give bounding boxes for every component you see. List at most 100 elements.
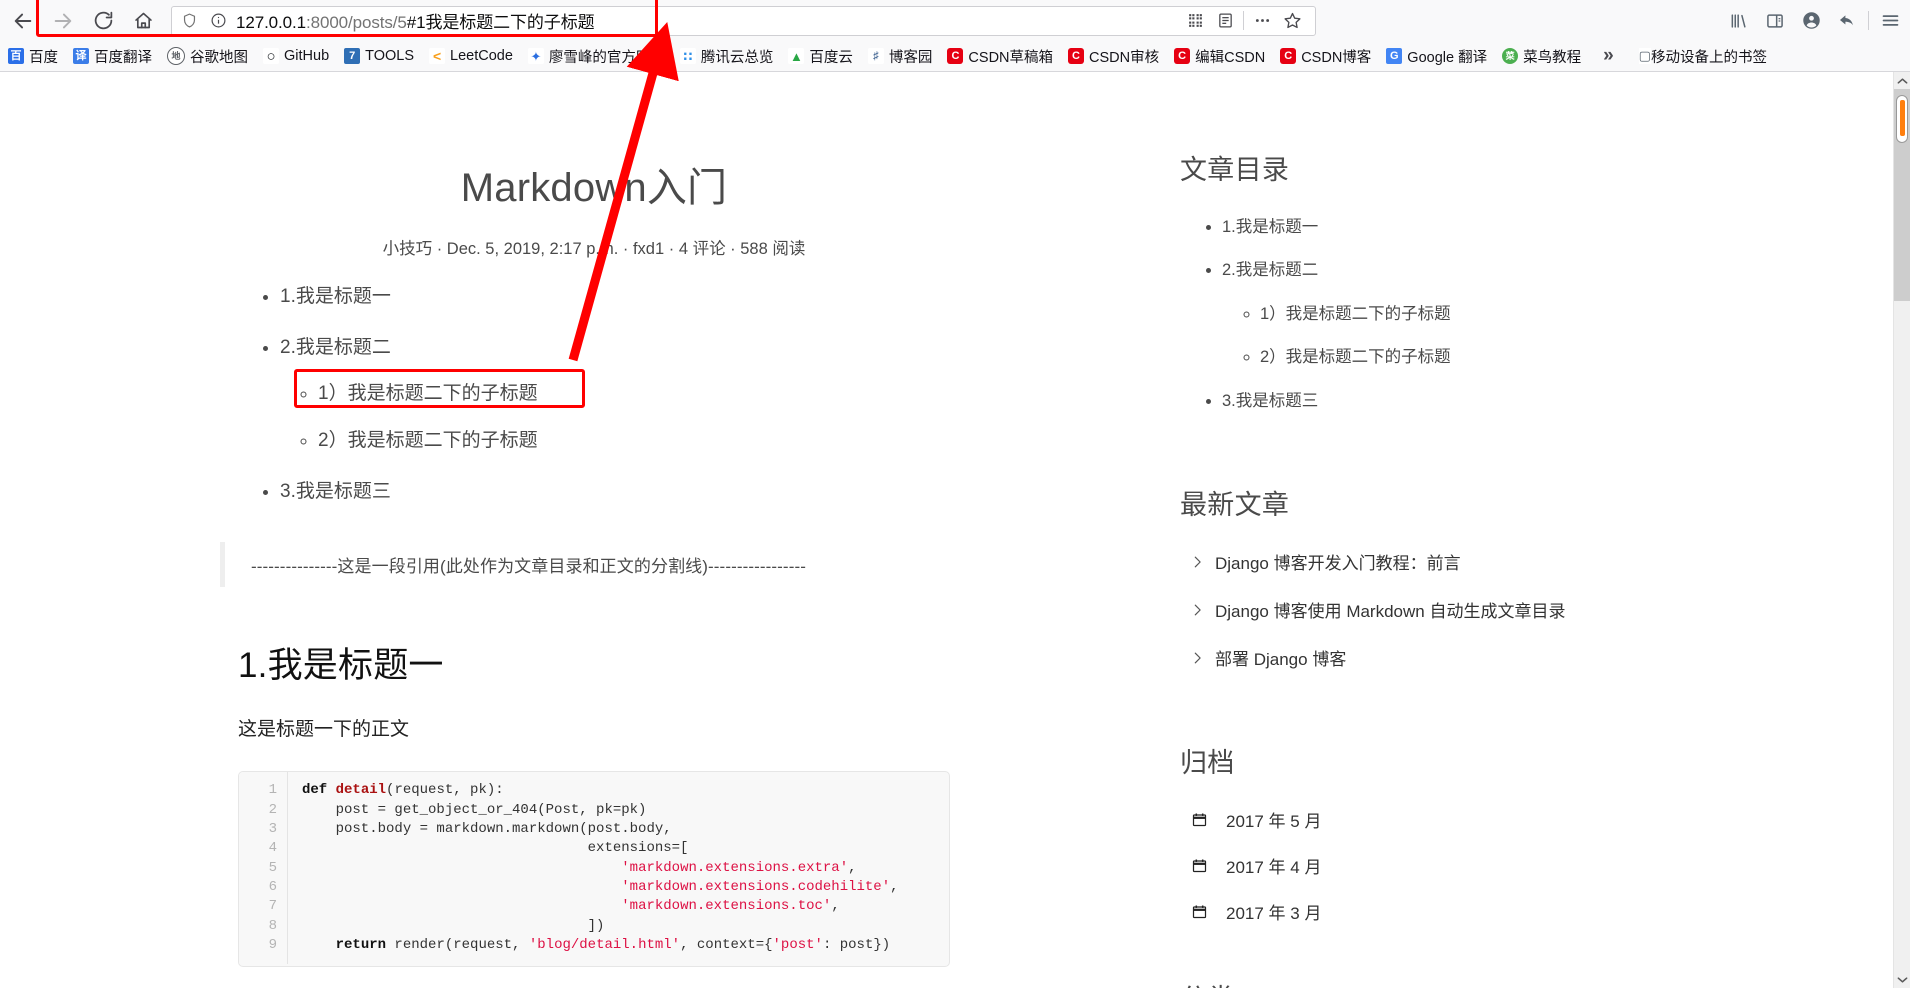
bookmark-item[interactable]: ○ GitHub	[256, 44, 336, 68]
toc-item-label[interactable]: 2.我是标题二	[280, 337, 391, 358]
latest-post-item[interactable]: Django 博客开发入门教程：前言	[1192, 549, 1740, 574]
scrollbar-up-arrow[interactable]	[1894, 72, 1910, 89]
toc-item-label[interactable]: 3.我是标题三	[280, 481, 391, 502]
bookmark-item[interactable]: C CSDN审核	[1061, 44, 1166, 68]
sidebar-toc-item[interactable]: 1.我是标题一	[1222, 217, 1740, 238]
latest-post-item[interactable]: Django 博客使用 Markdown 自动生成文章目录	[1192, 597, 1740, 622]
code-line-numbers: 1 2 3 4 5 6 7 8 9	[239, 772, 288, 965]
scrollbar-down-arrow[interactable]	[1894, 971, 1910, 988]
app-menu-icon[interactable]	[1872, 4, 1908, 38]
archive-item[interactable]: 2017 年 4 月	[1192, 853, 1740, 878]
toc-subitem-highlighted[interactable]: 1）我是标题二下的子标题	[294, 369, 950, 409]
archive-item[interactable]: 2017 年 3 月	[1192, 899, 1740, 924]
sidebar-toc-label[interactable]: 3.我是标题三	[1222, 392, 1318, 410]
bookmark-label: 编辑CSDN	[1195, 49, 1266, 66]
archive-item[interactable]: 2017 年 5 月	[1192, 807, 1740, 832]
bookmark-item[interactable]: ♯ 博客园	[861, 44, 940, 68]
bookmark-item[interactable]: ▲ 百度云	[781, 44, 860, 68]
calendar-icon	[1192, 858, 1212, 873]
archive-label[interactable]: 2017 年 5 月	[1226, 807, 1321, 832]
reader-view-icon[interactable]	[1210, 7, 1240, 35]
favicon: 菜	[1502, 48, 1519, 64]
archive-label[interactable]: 2017 年 3 月	[1226, 899, 1321, 924]
shield-icon[interactable]	[181, 12, 198, 29]
bookmark-item[interactable]: C 编辑CSDN	[1167, 44, 1272, 68]
home-button[interactable]	[126, 4, 160, 38]
toc-item-label[interactable]: 1.我是标题一	[280, 286, 391, 307]
calendar-icon	[1192, 812, 1212, 827]
bookmark-label: 腾讯云总览	[700, 49, 774, 66]
bookmark-item[interactable]: C CSDN草稿箱	[940, 44, 1060, 68]
latest-posts-list: Django 博客开发入门教程：前言 Django 博客使用 Markdown …	[1180, 522, 1740, 670]
bookmark-item[interactable]: 译百度翻译	[66, 44, 159, 68]
toc-sublist: 1）我是标题二下的子标题 2）我是标题二下的子标题	[280, 369, 950, 454]
sidebar-toc-label[interactable]: 1.我是标题一	[1222, 218, 1318, 236]
toc-item[interactable]: 3.我是标题三	[280, 480, 950, 505]
sidebar-toc-sublabel[interactable]: 2）我是标题二下的子标题	[1260, 348, 1451, 366]
reload-button[interactable]	[86, 4, 120, 38]
mobile-bookmarks-folder[interactable]: ▢ 移动设备上的书签	[1632, 44, 1774, 68]
back-button[interactable]	[6, 4, 40, 38]
library-icon[interactable]	[1721, 4, 1757, 38]
bookmark-item[interactable]: ∷ 腾讯云总览	[673, 44, 781, 68]
code-content: def detail(request, pk): post = get_obje…	[302, 782, 899, 953]
favicon: ♯	[867, 48, 884, 64]
sync-back-icon[interactable]	[1829, 4, 1865, 38]
browser-toolbar-right	[1721, 0, 1908, 41]
article-toc-list: 1.我是标题一 2.我是标题二 1）我是标题二下的子标题 2）我是标题二下的子标…	[238, 285, 950, 504]
favicon: C	[1280, 48, 1297, 64]
sidebar-toc-subitem[interactable]: 2）我是标题二下的子标题	[1260, 347, 1740, 368]
toolbar-divider	[1243, 11, 1244, 30]
favicon: ○	[263, 48, 279, 64]
bookmark-star-icon[interactable]	[1277, 7, 1307, 35]
bookmark-item[interactable]: C CSDN博客	[1273, 44, 1378, 68]
forward-button[interactable]	[46, 4, 80, 38]
toc-subitem-label[interactable]: 2）我是标题二下的子标题	[318, 430, 538, 451]
bookmarks-toolbar: 百百度 译百度翻译 地谷歌地图 ○ GitHub 7 TOOLS < LeetCode…	[0, 41, 1910, 71]
latest-post-label[interactable]: Django 博客开发入门教程：前言	[1215, 549, 1461, 574]
bookmark-item[interactable]: ✦ 廖雪峰的官方网站	[521, 44, 672, 68]
bookmarks-overflow-button[interactable]: »	[1597, 44, 1620, 68]
sidebar-toc-label[interactable]: 2.我是标题二	[1222, 261, 1318, 279]
favicon: G	[1386, 48, 1403, 64]
sidebar-icon[interactable]	[1757, 4, 1793, 38]
sidebar: 文章目录 1.我是标题一 2.我是标题二 1）我是标题二下的子标题 2）我是标题…	[1180, 72, 1740, 988]
sidebar-toc-list: 1.我是标题一 2.我是标题二 1）我是标题二下的子标题 2）我是标题二下的子标…	[1180, 187, 1740, 412]
sidebar-toc-item[interactable]: 2.我是标题二 1）我是标题二下的子标题 2）我是标题二下的子标题	[1222, 260, 1740, 368]
favicon: <	[429, 48, 446, 64]
page-actions-icon[interactable]	[1247, 7, 1277, 35]
latest-post-label[interactable]: 部署 Django 博客	[1215, 645, 1346, 670]
toc-subitem[interactable]: 2）我是标题二下的子标题	[318, 429, 950, 454]
bookmark-item[interactable]: G Google 翻译	[1379, 44, 1494, 68]
toc-item[interactable]: 1.我是标题一	[280, 285, 950, 310]
address-bar-text[interactable]: 127.0.0.1:8000/posts/5#1我是标题二下的子标题	[236, 8, 595, 33]
latest-post-item[interactable]: 部署 Django 博客	[1192, 645, 1740, 670]
latest-post-label[interactable]: Django 博客使用 Markdown 自动生成文章目录	[1215, 597, 1565, 622]
toc-item[interactable]: 2.我是标题二 1）我是标题二下的子标题 2）我是标题二下的子标题	[280, 336, 950, 454]
archive-list: 2017 年 5 月 2017 年 4 月 2017 年 3 月	[1180, 780, 1740, 924]
favicon: 7	[344, 48, 361, 64]
section-heading-1: 1.我是标题一	[238, 646, 444, 686]
bookmark-item[interactable]: 7 TOOLS	[337, 44, 421, 68]
bookmark-item[interactable]: 菜菜鸟教程	[1495, 44, 1588, 68]
address-bar[interactable]: 127.0.0.1:8000/posts/5#1我是标题二下的子标题	[171, 5, 1316, 36]
favicon: 译	[73, 48, 89, 64]
sidebar-toc-subitem[interactable]: 1）我是标题二下的子标题	[1260, 304, 1740, 325]
account-icon[interactable]	[1793, 4, 1829, 38]
code-table: 1 2 3 4 5 6 7 8 9 def detail(request, pk…	[239, 772, 949, 965]
bookmark-item[interactable]: < LeetCode	[422, 44, 520, 68]
sidebar-toc-sublabel[interactable]: 1）我是标题二下的子标题	[1260, 305, 1451, 323]
page-scrollbar[interactable]	[1893, 72, 1910, 988]
sidebar-toc-item[interactable]: 3.我是标题三	[1222, 391, 1740, 412]
bookmark-item[interactable]: 地谷歌地图	[160, 44, 255, 68]
site-info-icon[interactable]	[210, 12, 227, 29]
page-title: Markdown入门	[460, 166, 728, 210]
archive-label[interactable]: 2017 年 4 月	[1226, 853, 1321, 878]
scrollbar-thumb[interactable]	[1896, 95, 1908, 143]
toc-subitem-label[interactable]: 1）我是标题二下的子标题	[318, 383, 538, 404]
bookmark-label: 百度云	[809, 49, 853, 66]
bookmark-item[interactable]: 百百度	[1, 44, 65, 68]
url-fragment: #1我是标题二下的子标题	[406, 13, 595, 32]
bookmark-label: 博客园	[888, 49, 933, 66]
qrcode-icon[interactable]	[1180, 7, 1210, 35]
